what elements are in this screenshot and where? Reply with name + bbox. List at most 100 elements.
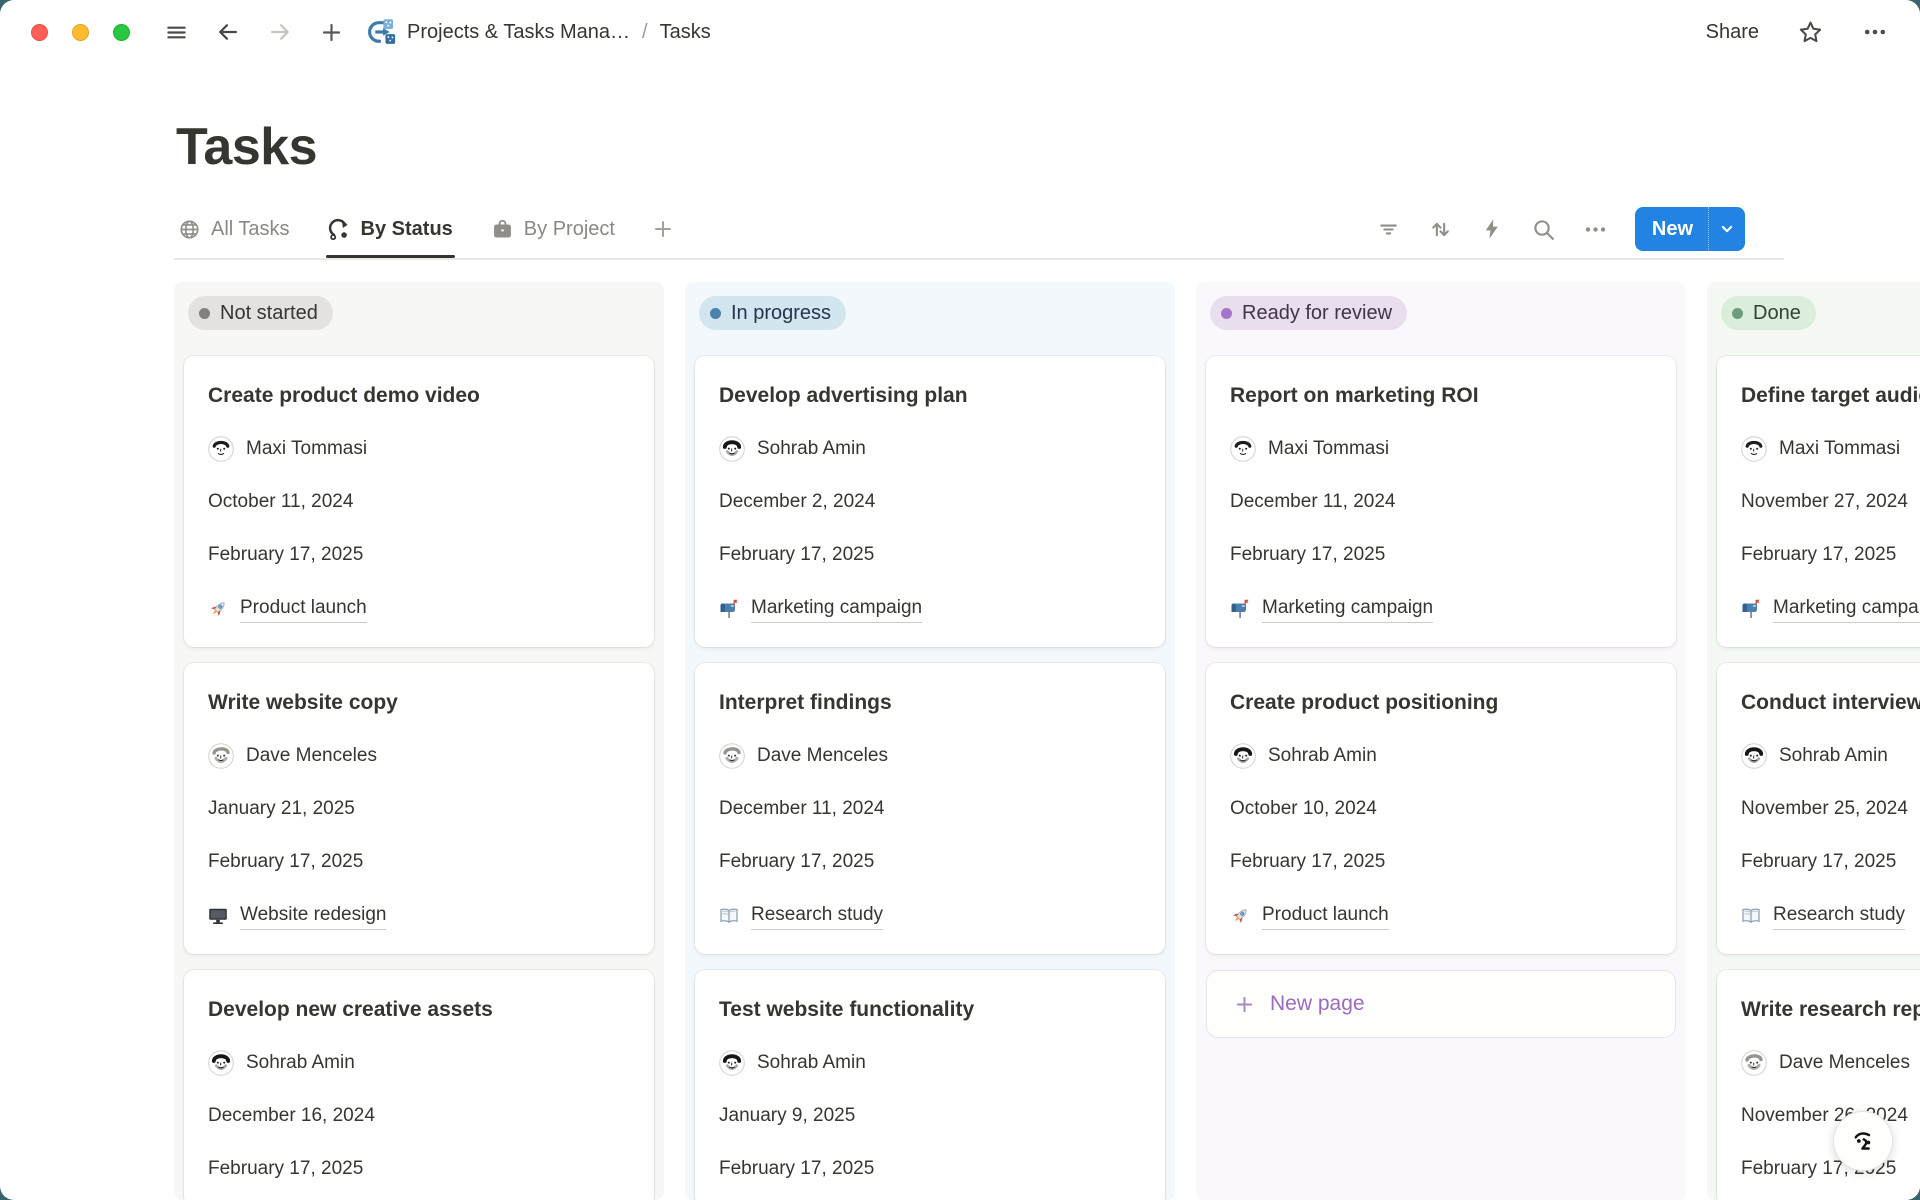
due-date: February 17, 2025 [719, 542, 1141, 568]
project-link[interactable]: Research study [1741, 902, 1920, 930]
date-text: October 11, 2024 [208, 489, 353, 515]
tab-label: All Tasks [211, 218, 290, 241]
status-icon [328, 218, 351, 241]
due-date: February 17, 2025 [208, 1156, 630, 1182]
assignee-row: Sohrab Amin [719, 1050, 1141, 1076]
date-text: December 11, 2024 [1230, 489, 1395, 515]
status-dot-icon [1732, 308, 1743, 319]
globe-icon [178, 218, 201, 241]
task-card[interactable]: Conduct interviewsSohrab AminNovember 25… [1717, 663, 1920, 954]
task-card[interactable]: Test website functionalitySohrab AminJan… [695, 970, 1165, 1200]
status-pill[interactable]: Ready for review [1210, 296, 1407, 330]
search-icon[interactable] [1531, 217, 1556, 242]
column-cards: Define target audienceMaxi TommasiNovemb… [1717, 356, 1920, 1200]
close-window-button[interactable] [31, 24, 48, 41]
status-pill[interactable]: Not started [188, 296, 333, 330]
sort-icon[interactable] [1428, 217, 1453, 242]
project-link[interactable]: Product launch [1230, 902, 1652, 930]
status-pill[interactable]: In progress [699, 296, 846, 330]
tab-label: By Project [524, 218, 615, 241]
breadcrumb-root[interactable]: Projects & Tasks Mana… [407, 21, 630, 44]
board-column: Done Define target audienceMaxi TommasiNo… [1707, 282, 1920, 1200]
new-page-button[interactable]: New page [1206, 970, 1676, 1038]
tab-by-project[interactable]: By Project [489, 200, 617, 258]
add-view-icon[interactable] [651, 217, 675, 241]
doodle-face-icon [1848, 1126, 1879, 1157]
column-cards: Develop advertising planSohrab AminDecem… [695, 356, 1165, 1200]
task-card[interactable]: Develop new creative assetsSohrab AminDe… [184, 970, 654, 1200]
assignee-row: Maxi Tommasi [208, 436, 630, 462]
assignee-row: Dave Menceles [1741, 1050, 1920, 1076]
breadcrumb-current[interactable]: Tasks [660, 21, 711, 44]
task-card[interactable]: Interpret findingsDave MencelesDecember … [695, 663, 1165, 954]
status-pill[interactable]: Done [1721, 296, 1816, 330]
assignee-name: Sohrab Amin [1779, 743, 1888, 769]
date-text: February 17, 2025 [208, 1156, 363, 1182]
tab-all-tasks[interactable]: All Tasks [176, 200, 292, 258]
project-link[interactable]: Marketing campaign [1741, 595, 1920, 623]
project-label: Marketing campaign [751, 595, 922, 623]
assignee-row: Sohrab Amin [719, 436, 1141, 462]
ai-assistant-button[interactable] [1833, 1111, 1893, 1171]
task-card[interactable]: Report on marketing ROIMaxi TommasiDecem… [1206, 356, 1676, 647]
due-date: February 17, 2025 [208, 849, 630, 875]
maxi-avatar [1741, 436, 1767, 462]
dave-avatar [208, 743, 234, 769]
date-text: February 17, 2025 [719, 1156, 874, 1182]
project-link[interactable]: Marketing campaign [719, 595, 1141, 623]
project-label: Product launch [1262, 902, 1389, 930]
chevron-down-icon[interactable] [1708, 207, 1745, 251]
lightning-icon[interactable] [1480, 217, 1504, 241]
maxi-avatar [1230, 436, 1256, 462]
assignee-name: Sohrab Amin [757, 436, 866, 462]
task-card[interactable]: Develop advertising planSohrab AminDecem… [695, 356, 1165, 647]
share-button[interactable]: Share [1706, 21, 1759, 44]
task-card[interactable]: Write research reportDave MencelesNovemb… [1717, 970, 1920, 1200]
briefcase-icon [491, 218, 514, 241]
window-controls [31, 24, 130, 41]
due-date: February 17, 2025 [1230, 542, 1652, 568]
tab-by-status[interactable]: By Status [326, 200, 455, 258]
assignee-name: Maxi Tommasi [1779, 436, 1900, 462]
header-divider [174, 258, 1784, 260]
project-link[interactable]: Marketing campaign [1230, 595, 1652, 623]
view-more-icon[interactable] [1583, 217, 1608, 242]
project-link[interactable]: Website redesign [208, 902, 630, 930]
date-text: February 17, 2025 [719, 849, 874, 875]
new-tab-icon[interactable] [319, 20, 344, 45]
status-label: Not started [220, 302, 318, 325]
task-title: Test website functionality [719, 996, 1141, 1023]
board-column: In progress Develop advertising planSohra… [685, 282, 1175, 1200]
page-title: Tasks [176, 117, 317, 177]
new-page-label: New page [1270, 992, 1365, 1016]
mailbox-icon [1741, 599, 1761, 619]
project-link[interactable]: Research study [719, 902, 1141, 930]
maxi-avatar [208, 436, 234, 462]
new-button-label[interactable]: New [1635, 218, 1708, 241]
favorite-star-icon[interactable] [1797, 19, 1824, 46]
new-button[interactable]: New [1635, 207, 1745, 251]
task-title: Conduct interviews [1741, 689, 1920, 716]
back-icon[interactable] [215, 19, 241, 45]
task-title: Write research report [1741, 996, 1920, 1023]
assignee-name: Sohrab Amin [1268, 743, 1377, 769]
project-link[interactable]: Product launch [208, 595, 630, 623]
hamburger-icon[interactable] [164, 20, 189, 45]
more-options-icon[interactable] [1862, 19, 1888, 45]
task-card[interactable]: Create product demo video Maxi Tommasi Oct… [184, 356, 654, 647]
minimize-window-button[interactable] [72, 24, 89, 41]
project-label: Research study [751, 902, 883, 930]
task-card[interactable]: Create product positioningSohrab AminOct… [1206, 663, 1676, 954]
task-title: Interpret findings [719, 689, 1141, 716]
start-date: December 2, 2024 [719, 489, 1141, 515]
task-card[interactable]: Write website copyDave MencelesJanuary 2… [184, 663, 654, 954]
date-text: February 17, 2025 [1741, 542, 1896, 568]
task-card[interactable]: Define target audienceMaxi TommasiNovemb… [1717, 356, 1920, 647]
start-date: December 16, 2024 [208, 1103, 630, 1129]
zoom-window-button[interactable] [113, 24, 130, 41]
filter-icon[interactable] [1376, 217, 1401, 242]
task-title: Create product demo video [208, 382, 630, 409]
assignee-row: Maxi Tommasi [1741, 436, 1920, 462]
mailbox-icon [719, 599, 739, 619]
date-text: November 27, 2024 [1741, 489, 1908, 515]
